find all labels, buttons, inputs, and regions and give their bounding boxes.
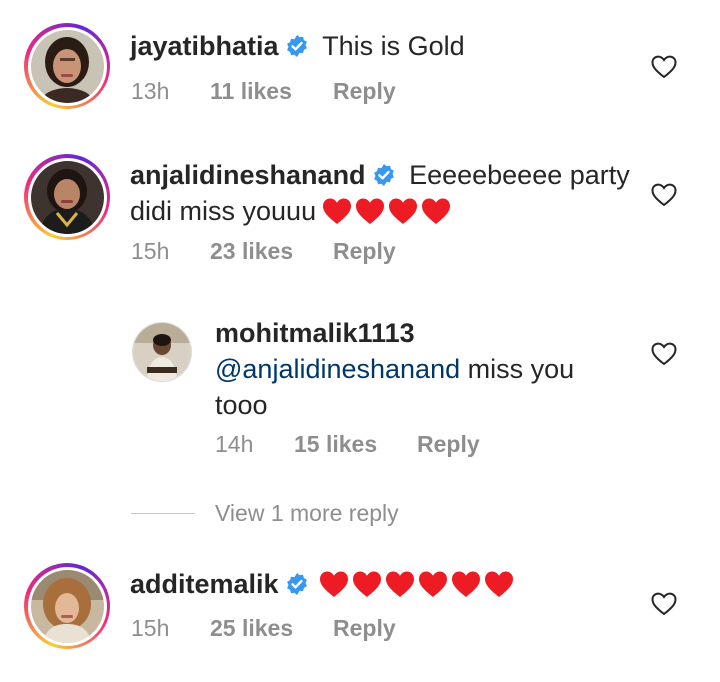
comment-text: This is Gold (322, 31, 465, 61)
verified-badge-icon (372, 160, 396, 186)
view-more-replies-button[interactable]: View 1 more reply (215, 500, 399, 527)
red-heart-emoji (352, 570, 382, 598)
red-heart-emoji (418, 570, 448, 598)
comment-username[interactable]: anjalidineshanand (130, 160, 366, 190)
comment-timestamp: 14h (215, 431, 254, 457)
heart-outline-icon[interactable] (651, 55, 677, 79)
red-heart-emoji (322, 197, 352, 225)
avatar (30, 569, 104, 643)
heart-outline-icon[interactable] (651, 342, 677, 366)
comment-body: jayatibhatia This is Gold (130, 28, 465, 64)
comment-timestamp: 15h (131, 615, 170, 641)
view-replies-divider (131, 513, 195, 514)
reply-button[interactable]: Reply (333, 615, 396, 642)
comment-text-line2: tooo (215, 390, 268, 420)
likes-count[interactable]: 15 likes (294, 431, 377, 458)
avatar (30, 160, 104, 234)
likes-count[interactable]: 23 likes (210, 238, 293, 265)
red-heart-emoji (388, 197, 418, 225)
comment-body: anjalidineshanand Eeeeebeeee party didi … (130, 157, 630, 234)
red-heart-emoji (421, 197, 451, 225)
likes-count[interactable]: 25 likes (210, 615, 293, 642)
reply-button[interactable]: Reply (417, 431, 480, 458)
mention-link[interactable]: @anjalidineshanand (215, 354, 460, 384)
comment-body: additemalik (130, 566, 517, 607)
reply-button[interactable]: Reply (333, 238, 396, 265)
comment-meta: 13h 11 likes Reply (131, 78, 531, 108)
verified-badge-icon (285, 31, 309, 57)
heart-emojis (319, 570, 517, 607)
avatar-story-ring[interactable] (24, 23, 110, 109)
red-heart-emoji (385, 570, 415, 598)
comment-meta: 14h 15 likes Reply (215, 431, 615, 461)
comment-text: Eeeeebeeee party (409, 160, 630, 190)
avatar-story-ring[interactable] (24, 563, 110, 649)
comment-text-line2: didi miss youuu (130, 196, 317, 226)
heart-outline-icon[interactable] (651, 592, 677, 616)
comment-meta: 15h 23 likes Reply (131, 238, 531, 268)
red-heart-emoji (319, 570, 349, 598)
avatar[interactable] (132, 322, 192, 382)
red-heart-emoji (484, 570, 514, 598)
comment-username[interactable]: additemalik (130, 569, 279, 599)
comment-body: mohitmalik1113 @anjalidineshanand miss y… (215, 315, 574, 423)
heart-outline-icon[interactable] (651, 183, 677, 207)
heart-emojis (322, 197, 454, 234)
reply-button[interactable]: Reply (333, 78, 396, 105)
comment-meta: 15h 25 likes Reply (131, 615, 531, 645)
verified-badge-icon (285, 569, 309, 595)
red-heart-emoji (451, 570, 481, 598)
comment-timestamp: 13h (131, 78, 170, 104)
red-heart-emoji (355, 197, 385, 225)
comment-username[interactable]: jayatibhatia (130, 31, 279, 61)
avatar (30, 29, 104, 103)
likes-count[interactable]: 11 likes (210, 78, 292, 105)
comment-text: miss you (460, 354, 575, 384)
comment-username[interactable]: mohitmalik1113 (215, 318, 415, 348)
avatar-story-ring[interactable] (24, 154, 110, 240)
comment-timestamp: 15h (131, 238, 170, 264)
